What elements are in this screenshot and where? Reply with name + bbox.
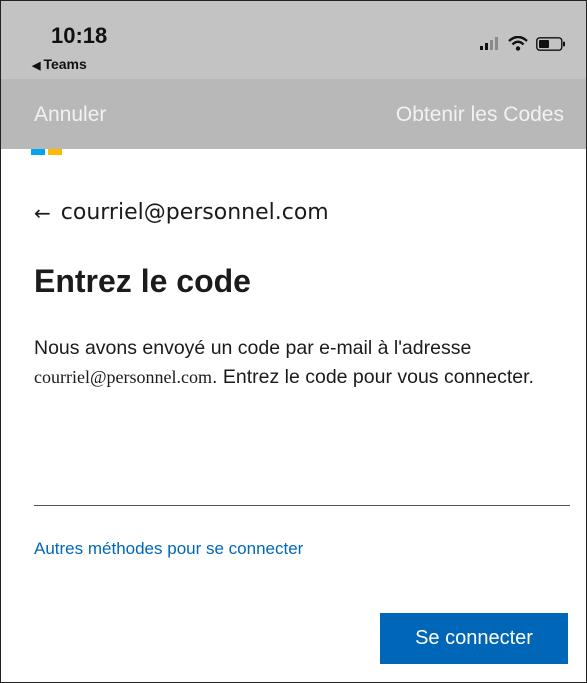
back-to-app-link[interactable]: ◀ Teams <box>32 56 87 72</box>
back-triangle-icon: ◀ <box>32 60 41 72</box>
back-app-label: Teams <box>43 56 87 72</box>
cellular-signal-icon <box>480 37 498 50</box>
back-to-email-button[interactable]: ← courriel@personnel.com <box>34 200 329 225</box>
nav-bar: Annuler Obtenir les Codes <box>1 79 586 149</box>
instructions-email: courriel@personnel.com <box>34 367 213 387</box>
sign-in-button[interactable]: Se connecter <box>380 613 568 664</box>
status-time: 10:18 <box>51 23 108 48</box>
instructions-after: . Entrez le code pour vous connecter. <box>212 366 534 388</box>
code-input[interactable] <box>34 467 570 506</box>
get-codes-button[interactable]: Obtenir les Codes <box>396 103 564 127</box>
logo-square-yellow <box>48 149 62 155</box>
page-title: Entrez le code <box>34 263 251 299</box>
other-sign-in-methods-link[interactable]: Autres méthodes pour se connecter <box>34 539 303 559</box>
status-icons <box>480 36 566 51</box>
app-frame: 10:18 ◀ Teams Annuler Obtenir les Codes … <box>0 0 587 683</box>
email-identity: courriel@personnel.com <box>60 200 329 225</box>
microsoft-logo <box>31 149 62 155</box>
back-arrow-icon: ← <box>34 200 51 225</box>
instructions-text: Nous avons envoyé un code par e-mail à l… <box>34 334 564 392</box>
status-bar: 10:18 ◀ Teams <box>1 1 586 79</box>
logo-square-blue <box>31 149 45 155</box>
battery-icon <box>536 36 565 51</box>
instructions-before: Nous avons envoyé un code par e-mail à l… <box>34 337 472 359</box>
wifi-icon <box>508 36 528 51</box>
cancel-button[interactable]: Annuler <box>34 103 106 127</box>
